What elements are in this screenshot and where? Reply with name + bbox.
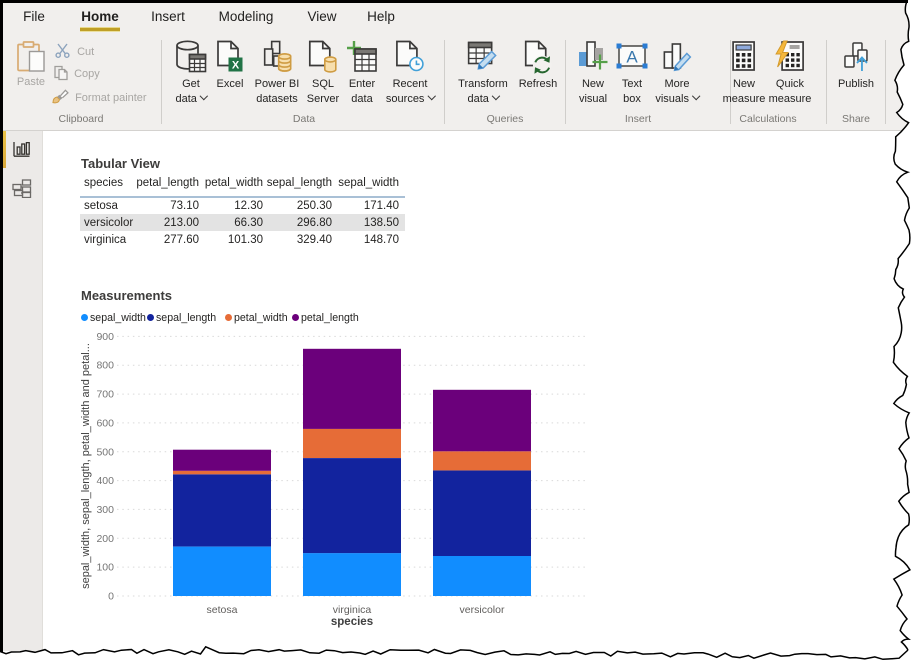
svg-text:species: species xyxy=(331,616,373,628)
svg-text:300: 300 xyxy=(96,504,114,516)
svg-text:setosa: setosa xyxy=(207,604,238,616)
svg-text:virginica: virginica xyxy=(333,604,372,616)
svg-text:versicolor: versicolor xyxy=(460,604,505,616)
svg-text:0: 0 xyxy=(108,591,114,603)
svg-text:600: 600 xyxy=(96,417,114,429)
svg-text:800: 800 xyxy=(96,360,114,372)
svg-text:500: 500 xyxy=(96,446,114,458)
svg-text:700: 700 xyxy=(96,389,114,401)
svg-text:sepal_width, sepal_length, pet: sepal_width, sepal_length, petal_width a… xyxy=(80,343,92,589)
svg-text:100: 100 xyxy=(96,562,114,574)
svg-text:A: A xyxy=(626,48,638,67)
svg-text:400: 400 xyxy=(96,475,114,487)
svg-text:900: 900 xyxy=(96,331,114,343)
svg-text:200: 200 xyxy=(96,533,114,545)
svg-text:X: X xyxy=(232,60,240,72)
